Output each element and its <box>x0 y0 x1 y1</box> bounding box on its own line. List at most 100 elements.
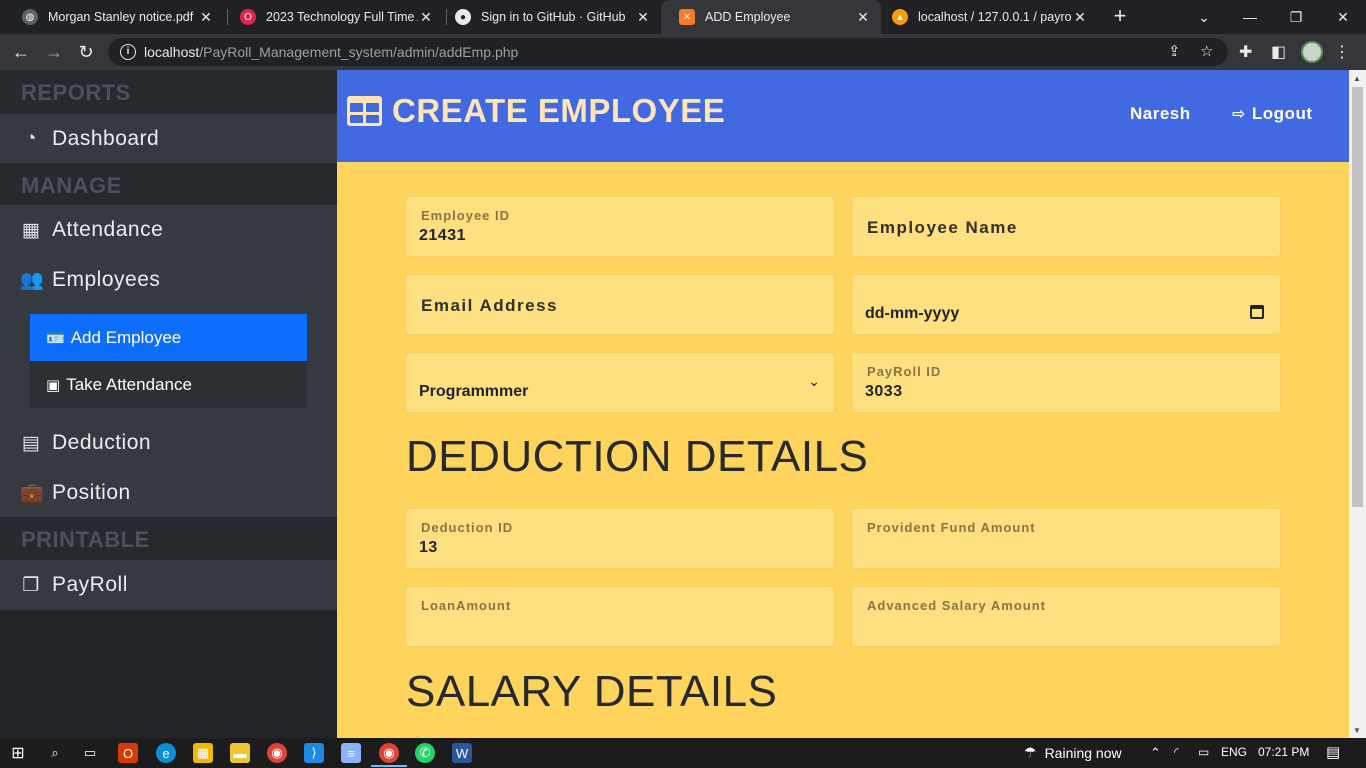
windows-start-icon[interactable]: ⊞ <box>8 743 28 763</box>
deduction-id-field[interactable]: Deduction ID 13 <box>405 508 835 569</box>
new-tab-button[interactable]: + <box>1108 5 1132 29</box>
phpmyadmin-icon: ▲ <box>892 9 908 25</box>
url-path: /PayRoll_Management_system/admin/addEmp.… <box>199 44 519 60</box>
clock[interactable]: 07:21 PM <box>1258 745 1309 759</box>
store-icon[interactable]: ▦ <box>193 743 213 763</box>
users-icon: 👥 <box>20 270 45 291</box>
task-view-icon[interactable]: ▭ <box>80 743 100 763</box>
tab-title: 2023 Technology Full Time An <box>266 10 418 24</box>
side-panel-icon[interactable]: ◧ <box>1271 42 1286 62</box>
date-value: dd-mm-yyyy <box>865 305 960 322</box>
reload-button[interactable]: ↻ <box>74 40 98 64</box>
search-icon[interactable]: ⌕ <box>45 743 65 763</box>
browser-tab-3[interactable]: ● Sign in to GitHub · GitHub ✕ <box>437 0 661 34</box>
section-header-manage: MANAGE <box>0 163 337 209</box>
browser-tab-2[interactable]: O 2023 Technology Full Time An ✕ <box>222 0 444 34</box>
opera-icon: O <box>240 9 256 25</box>
email-field[interactable]: Email Address <box>405 274 835 335</box>
active-app-indicator <box>371 765 407 767</box>
page-header: CREATE EMPLOYEE Naresh ⇨ Logout <box>337 70 1349 162</box>
provident-fund-field[interactable]: Provident Fund Amount <box>851 508 1281 569</box>
umbrella-icon: ☂ <box>1024 744 1037 760</box>
copy-icon: ❐ <box>22 574 40 596</box>
sidebar-item-position[interactable]: 💼 Position <box>0 468 337 518</box>
sidebar-item-employees[interactable]: 👥 Employees <box>0 255 337 305</box>
calendar-picker-icon[interactable] <box>1250 305 1264 319</box>
field-value: 21431 <box>419 227 466 244</box>
scrollbar-thumb[interactable] <box>1352 87 1363 507</box>
page-scrollbar[interactable]: ▲ ▼ <box>1349 70 1366 738</box>
profile-avatar[interactable] <box>1301 41 1323 63</box>
scroll-down-icon[interactable]: ▼ <box>1353 726 1361 735</box>
xampp-icon: ✕ <box>679 9 695 25</box>
browser-tab-5[interactable]: ▲ localhost / 127.0.0.1 / payroll ✕ <box>874 0 1098 34</box>
share-icon[interactable]: ⇪ <box>1168 42 1181 60</box>
close-icon[interactable]: ✕ <box>855 9 871 26</box>
scroll-up-icon[interactable]: ▲ <box>1353 74 1361 83</box>
office-icon[interactable]: O <box>118 743 138 763</box>
file-icon: ▤ <box>21 432 41 454</box>
close-icon[interactable]: ✕ <box>1072 9 1088 26</box>
field-label: Advanced Salary Amount <box>867 598 1047 613</box>
address-bar[interactable]: i localhost/PayRoll_Management_system/ad… <box>108 38 1228 66</box>
notepad-icon[interactable]: ≡ <box>341 743 361 763</box>
whatsapp-icon[interactable]: ✆ <box>415 743 435 763</box>
logout-link[interactable]: ⇨ Logout <box>1232 104 1313 124</box>
close-icon[interactable]: ✕ <box>635 9 651 26</box>
employee-name-field[interactable]: Employee Name <box>851 196 1281 257</box>
sidebar-item-label: PayRoll <box>52 573 128 596</box>
employee-id-field[interactable]: Employee ID 21431 <box>405 196 835 257</box>
bookmark-star-icon[interactable]: ☆ <box>1200 42 1213 60</box>
position-select[interactable]: Programmmer ⌄ <box>405 352 835 413</box>
url-host: localhost <box>144 44 200 60</box>
weather-widget[interactable]: ☂ Raining now <box>1024 744 1122 761</box>
advanced-salary-field[interactable]: Advanced Salary Amount <box>851 586 1281 647</box>
date-field[interactable]: dd-mm-yyyy <box>851 274 1281 335</box>
sidebar-item-take-attendance[interactable]: ▣ Take Attendance <box>30 361 307 408</box>
select-value: Programmmer <box>419 383 529 400</box>
word-icon[interactable]: W <box>452 743 472 763</box>
sidebar-item-payroll[interactable]: ❐ PayRoll <box>0 560 337 610</box>
vscode-icon[interactable]: ⟩ <box>304 743 324 763</box>
close-icon[interactable]: ✕ <box>198 9 214 26</box>
tab-title: ADD Employee <box>705 10 791 24</box>
page-title: CREATE EMPLOYEE <box>347 92 725 130</box>
sidebar-item-label: Take Attendance <box>66 374 192 394</box>
id-badge-icon: ▣ <box>46 376 61 394</box>
menu-icon[interactable]: ⋮ <box>1334 42 1350 62</box>
wifi-icon[interactable]: ◜ <box>1174 745 1179 759</box>
field-label: LoanAmount <box>421 598 512 613</box>
sidebar-item-deduction[interactable]: ▤ Deduction <box>0 418 337 468</box>
battery-icon[interactable]: ▭ <box>1198 745 1209 759</box>
tab-search-icon[interactable]: ⌄ <box>1181 0 1227 34</box>
sidebar-item-dashboard[interactable]: ◔ Dashboard <box>0 114 337 163</box>
browser-tab-active[interactable]: ✕ ADD Employee ✕ <box>661 0 881 34</box>
minimize-button[interactable]: — <box>1227 0 1273 34</box>
site-info-icon[interactable]: i <box>120 44 136 60</box>
close-window-button[interactable]: ✕ <box>1320 0 1366 34</box>
browser-tab-1[interactable]: ◍ Morgan Stanley notice.pdf ✕ <box>4 0 224 34</box>
back-button[interactable]: ← <box>9 40 33 64</box>
forward-button[interactable]: → <box>42 40 66 64</box>
tab-title: localhost / 127.0.0.1 / payroll <box>918 10 1072 24</box>
user-name-link[interactable]: Naresh <box>1130 104 1191 124</box>
field-label: PayRoll ID <box>867 364 942 379</box>
payroll-id-field[interactable]: PayRoll ID 3033 <box>851 352 1281 413</box>
employees-submenu: 🪪 Add Employee ▣ Take Attendance <box>0 304 337 418</box>
file-explorer-icon[interactable]: ▬ <box>230 743 250 763</box>
language-indicator[interactable]: ENG <box>1221 745 1247 759</box>
sidebar-item-add-employee[interactable]: 🪪 Add Employee <box>30 314 307 361</box>
sidebar-item-label: Dashboard <box>52 126 160 150</box>
close-icon[interactable]: ✕ <box>418 9 434 26</box>
github-icon: ● <box>455 9 471 25</box>
loan-amount-field[interactable]: LoanAmount <box>405 586 835 647</box>
section-header-printable: PRINTABLE <box>0 517 337 563</box>
chevron-up-icon[interactable]: ⌃ <box>1150 745 1161 761</box>
restore-button[interactable]: ❐ <box>1273 0 1319 34</box>
extensions-icon[interactable]: ✚ <box>1239 42 1252 62</box>
notifications-icon[interactable]: ▤ <box>1326 743 1340 761</box>
chrome-icon[interactable]: ◉ <box>267 743 287 763</box>
edge-icon[interactable]: e <box>156 743 176 763</box>
sidebar-item-attendance[interactable]: ▦ Attendance <box>0 205 337 255</box>
chrome-active-icon[interactable]: ◉ <box>379 743 399 763</box>
